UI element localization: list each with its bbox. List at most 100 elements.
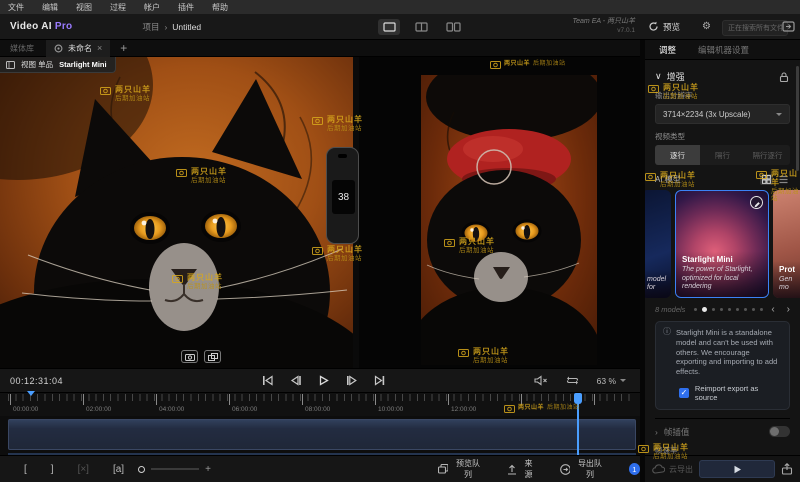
single-view-button[interactable] (378, 19, 400, 35)
model-card-partial[interactable]: model for (645, 190, 671, 298)
video-clip[interactable] (8, 419, 636, 450)
menu-item[interactable]: 帐户 (144, 2, 160, 13)
skip-start-icon[interactable] (262, 375, 273, 386)
new-tab-button[interactable]: + (120, 43, 127, 53)
crop-button[interactable]: [a] (113, 464, 124, 475)
preview-viewer[interactable]: 视图 单品 Starlight Mini 38 (0, 57, 640, 368)
list-view-icon[interactable] (777, 174, 790, 185)
ruler-tick-label: 02:00:00 (86, 406, 111, 413)
share-icon[interactable] (781, 463, 793, 475)
titlebar: Video AIPro 项目 › Untitled Team EA - 两只山羊… (0, 14, 800, 40)
carousel-dot[interactable] (760, 308, 763, 311)
breadcrumb: 项目 › Untitled (142, 21, 201, 33)
carousel-dot[interactable] (720, 308, 723, 311)
carousel-dots (685, 307, 771, 312)
timeline-ruler[interactable]: 00:00:0002:00:0004:00:0006:00:0008:00:00… (0, 392, 640, 416)
ruler-minor-ticks (8, 394, 636, 401)
tab-untitled[interactable]: 未命名 × (46, 40, 110, 57)
gear-icon[interactable]: ⚙ (702, 21, 711, 32)
mute-icon[interactable] (534, 375, 548, 386)
step-back-icon[interactable] (290, 375, 301, 386)
search-input[interactable] (722, 20, 788, 36)
preview-button[interactable]: 预览 (648, 21, 680, 33)
video-type-label: 视频类型 (655, 131, 790, 142)
menu-item[interactable]: 文件 (8, 2, 24, 13)
lock-icon[interactable] (778, 71, 790, 83)
chevron-down-icon (620, 379, 626, 382)
menu-item[interactable]: 过程 (110, 2, 126, 13)
interpolation-section-header[interactable]: › 帧插值 (655, 426, 790, 438)
queue-count-badge: 1 (629, 463, 640, 475)
video-type-0[interactable]: 逐行 (655, 145, 700, 165)
mark-in-button[interactable]: [ (24, 464, 27, 475)
model-card-selected[interactable]: Starlight MiniThe power of Starlight, op… (675, 190, 769, 298)
compare-button[interactable] (204, 350, 221, 363)
sidebar-scrollbar[interactable] (796, 66, 799, 171)
loop-icon[interactable] (566, 375, 579, 386)
ruler-tick-label: 00:00:00 (13, 406, 38, 413)
edit-model-badge[interactable] (750, 196, 763, 209)
interpolation-toggle[interactable] (769, 426, 790, 437)
export-panel-icon[interactable] (782, 21, 795, 32)
breadcrumb-project[interactable]: 项目 (142, 21, 159, 33)
clear-marks-button[interactable]: [×] (78, 464, 89, 475)
menu-item[interactable]: 视图 (76, 2, 92, 13)
carousel-dot[interactable] (744, 308, 747, 311)
source-button[interactable]: 来源 (507, 458, 536, 480)
export-queue-button[interactable]: 导出队列 (560, 458, 605, 480)
resolution-dropdown[interactable]: 3714×2234 (3x Upscale) (655, 104, 790, 124)
preview-queue-button[interactable]: 预览队列 (438, 458, 483, 480)
viewer-mode-label: 视图 单品 (21, 59, 53, 70)
slider-knob[interactable] (138, 466, 145, 473)
checkbox-checked[interactable]: ✓ (679, 388, 689, 398)
carousel-dot[interactable] (702, 307, 707, 312)
carousel-dot[interactable] (694, 308, 697, 311)
render-preview-button[interactable] (699, 460, 775, 478)
model-description: The power of Starlight, optimized for lo… (682, 266, 762, 292)
model-card-partial[interactable]: ProtGen mo (773, 190, 800, 298)
zoom-in-button[interactable]: + (205, 464, 211, 475)
app-window: 文件 编辑 视图 过程 帐户 插件 帮助 Video AIPro 项目 › Untitled… (0, 0, 800, 482)
side-by-side-view-button[interactable] (442, 19, 464, 35)
preview-image-right (359, 57, 640, 368)
in-point-marker[interactable] (27, 391, 35, 396)
playhead-handle[interactable] (574, 393, 582, 404)
chevron-down-icon (776, 113, 782, 116)
carousel-dot[interactable] (728, 308, 731, 311)
carousel-next-button[interactable]: › (787, 304, 790, 315)
close-tab-icon[interactable]: × (97, 43, 102, 53)
cloud-export-button[interactable]: 云导出 (652, 464, 693, 475)
split-view-button[interactable] (410, 19, 432, 35)
media-library-item[interactable]: 媒体库 (10, 43, 34, 54)
play-icon[interactable] (318, 375, 329, 386)
tab-render-settings[interactable]: 编辑机器设置 (698, 44, 749, 56)
timeline-zoom-slider[interactable]: + (138, 464, 211, 475)
zoom-level-dropdown[interactable]: 63 % (597, 376, 626, 386)
playhead[interactable] (577, 393, 579, 455)
carousel-dot[interactable] (712, 308, 715, 311)
settings-sidebar: 调整 编辑机器设置 ∨ 增强 输出分辨率 3714×2234 (3x Upsca… (640, 40, 800, 482)
remote-speaker (338, 154, 347, 158)
reimport-option[interactable]: ✓ Reimport export as source (679, 384, 782, 402)
carousel-dot[interactable] (752, 308, 755, 311)
snapshot-button[interactable] (181, 350, 198, 363)
menu-item[interactable]: 帮助 (212, 2, 228, 13)
sidebar-content: ∨ 增强 输出分辨率 3714×2234 (3x Upscale) 视频类型 逐… (645, 60, 800, 455)
video-type-2[interactable]: 隔行逐行 (745, 145, 790, 165)
carousel-prev-button[interactable]: ‹ (771, 304, 774, 315)
skip-end-icon[interactable] (374, 375, 385, 386)
grid-view-icon[interactable] (760, 174, 773, 185)
video-type-1[interactable]: 隔行 (700, 145, 745, 165)
carousel-dot[interactable] (736, 308, 739, 311)
timeline: 00:00:0002:00:0004:00:0006:00:0008:00:00… (0, 392, 640, 455)
ruler-major-tick (375, 394, 376, 405)
models-count-label: 8 models (655, 305, 685, 314)
enhance-section-header[interactable]: ∨ 增强 (655, 70, 790, 83)
menu-item[interactable]: 编辑 (42, 2, 58, 13)
mark-out-button[interactable]: ] (51, 464, 54, 475)
model-title: Prot (779, 265, 800, 274)
step-forward-icon[interactable] (346, 375, 357, 386)
menu-item[interactable]: 插件 (178, 2, 194, 13)
tab-adjust[interactable]: 调整 (659, 44, 676, 56)
breadcrumb-name[interactable]: Untitled (172, 22, 201, 32)
